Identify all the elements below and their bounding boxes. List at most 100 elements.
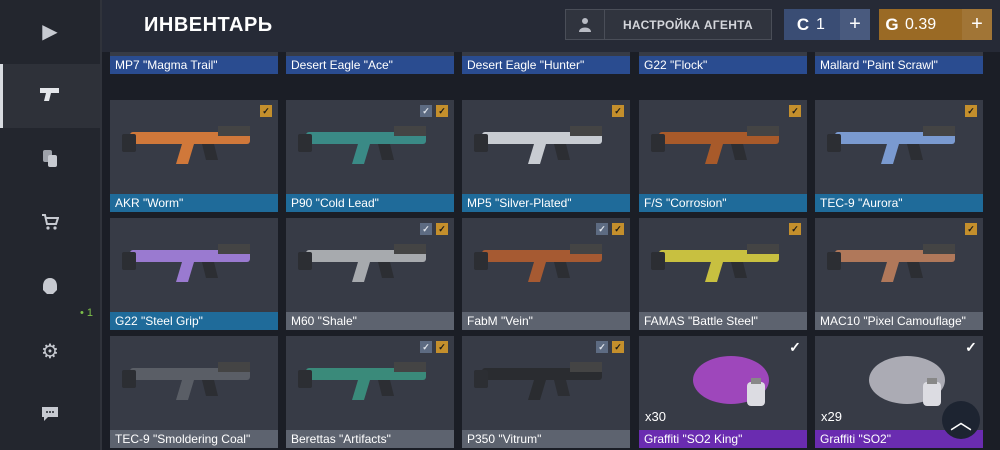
silver-coin-icon: C	[796, 14, 810, 34]
equipped-check-icon: ✓	[789, 105, 801, 117]
weapon-image	[298, 234, 442, 288]
item-name: FabM "Vein"	[462, 312, 630, 330]
agent-settings-label: НАСТРОЙКА АГЕНТА	[622, 17, 754, 32]
weapon-image	[651, 234, 795, 288]
equipped-check-icon: ✓	[789, 339, 801, 355]
inventory-item[interactable]: ✓ F/S "Corrosion"	[639, 100, 807, 212]
sidebar-item-settings[interactable]: ⚙	[0, 320, 100, 384]
gear-icon: ⚙	[41, 341, 59, 363]
play-icon: ▶	[42, 21, 58, 43]
weapon-image	[298, 352, 442, 406]
inventory-item[interactable]: MP7 "Magma Trail"	[110, 52, 278, 74]
equipped-check-icon: ✓	[420, 341, 432, 353]
inventory-item[interactable]: ✓ ✓ FabM "Vein"	[462, 218, 630, 330]
weapon-image	[298, 116, 442, 170]
gold-coin-icon: G	[885, 14, 899, 34]
weapon-image	[474, 116, 618, 170]
equipped-check-icon: ✓	[436, 105, 448, 117]
graffiti-image	[651, 352, 795, 406]
page-title: ИНВЕНТАРЬ	[144, 14, 273, 36]
inventory-item[interactable]: x30 ✓ Graffiti "SO2 King"	[639, 336, 807, 448]
equipped-check-icon: ✓	[436, 341, 448, 353]
weapon-image	[122, 352, 266, 406]
inventory-item[interactable]: ✓ ✓ M60 "Shale"	[286, 218, 454, 330]
scroll-top-button[interactable]: ︿	[942, 401, 980, 439]
clan-badge: • 1	[80, 307, 94, 319]
equipped-check-icon: ✓	[789, 223, 801, 235]
inventory-item[interactable]: G22 "Steel Grip"	[110, 218, 278, 330]
item-name: TEC-9 "Aurora"	[815, 194, 983, 212]
equipped-check-icon: ✓	[612, 105, 624, 117]
item-name: FAMAS "Battle Steel"	[639, 312, 807, 330]
sidebar-item-inventory[interactable]	[0, 64, 100, 128]
sidebar-item-coins[interactable]	[0, 128, 100, 192]
weapon-image	[474, 352, 618, 406]
chevron-up-icon: ︿	[949, 409, 972, 434]
add-gold-button[interactable]: +	[962, 9, 992, 40]
graffiti-image	[827, 352, 971, 406]
sidebar: ▶ • 1 ⚙	[0, 0, 102, 450]
equipped-check-icon: ✓	[965, 339, 977, 355]
equipped-check-icon: ✓	[420, 223, 432, 235]
weapon-image	[122, 116, 266, 170]
item-name: P350 "Vitrum"	[462, 430, 630, 448]
header: ИНВЕНТАРЬ НАСТРОЙКА АГЕНТА C 1 + G 0.39 …	[102, 0, 1000, 52]
item-name: G22 "Flock"	[639, 56, 807, 74]
item-name: TEC-9 "Smoldering Coal"	[110, 430, 278, 448]
item-name: Desert Eagle "Hunter"	[462, 56, 630, 74]
gold-currency: G 0.39 +	[879, 9, 992, 40]
silver-balance: 1	[816, 15, 825, 33]
item-name: Desert Eagle "Ace"	[286, 56, 454, 74]
item-name: P90 "Cold Lead"	[286, 194, 454, 212]
inventory-item[interactable]: ✓ ✓ P350 "Vitrum"	[462, 336, 630, 448]
inventory-item[interactable]: ✓ MP5 "Silver-Plated"	[462, 100, 630, 212]
item-name: F/S "Corrosion"	[639, 194, 807, 212]
sidebar-item-chat[interactable]	[0, 384, 100, 448]
inventory-grid: MP7 "Magma Trail" Desert Eagle "Ace" Deser…	[102, 52, 1000, 450]
equipped-check-icon: ✓	[596, 341, 608, 353]
inventory-item[interactable]: Desert Eagle "Ace"	[286, 52, 454, 74]
item-name: M60 "Shale"	[286, 312, 454, 330]
item-name: Mallard "Paint Scrawl"	[815, 56, 983, 74]
weapon-image	[651, 116, 795, 170]
equipped-check-icon: ✓	[260, 105, 272, 117]
item-name: MP5 "Silver-Plated"	[462, 194, 630, 212]
inventory-item[interactable]: ✓ ✓ Berettas "Artifacts"	[286, 336, 454, 448]
equipped-check-icon: ✓	[965, 223, 977, 235]
coins-icon	[42, 148, 58, 172]
item-name: MP7 "Magma Trail"	[110, 56, 278, 74]
item-name: AKR "Worm"	[110, 194, 278, 212]
equipped-check-icon: ✓	[612, 223, 624, 235]
chat-icon	[41, 406, 59, 426]
sidebar-item-shop[interactable]	[0, 192, 100, 256]
equipped-check-icon: ✓	[596, 223, 608, 235]
item-name: Berettas "Artifacts"	[286, 430, 454, 448]
inventory-item[interactable]: Desert Eagle "Hunter"	[462, 52, 630, 74]
weapon-image	[827, 116, 971, 170]
equipped-check-icon: ✓	[612, 341, 624, 353]
inventory-item[interactable]: TEC-9 "Smoldering Coal"	[110, 336, 278, 448]
agent-icon	[566, 10, 605, 39]
sidebar-item-play[interactable]: ▶	[0, 0, 100, 64]
inventory-item[interactable]: ✓ AKR "Worm"	[110, 100, 278, 212]
inventory-item[interactable]: ✓ MAC10 "Pixel Camouflage"	[815, 218, 983, 330]
inventory-item[interactable]: ✓ FAMAS "Battle Steel"	[639, 218, 807, 330]
equipped-check-icon: ✓	[436, 223, 448, 235]
cart-icon	[41, 214, 60, 234]
inventory-item[interactable]: ✓ ✓ P90 "Cold Lead"	[286, 100, 454, 212]
weapon-image	[827, 234, 971, 288]
clan-icon	[41, 277, 59, 299]
pistol-icon	[39, 85, 61, 107]
item-name: MAC10 "Pixel Camouflage"	[815, 312, 983, 330]
inventory-item[interactable]: Mallard "Paint Scrawl"	[815, 52, 983, 74]
agent-settings-button[interactable]: НАСТРОЙКА АГЕНТА	[565, 9, 772, 40]
gold-balance: 0.39	[905, 15, 937, 33]
equipped-check-icon: ✓	[420, 105, 432, 117]
item-count: x30	[645, 409, 666, 424]
inventory-item[interactable]: B97G22 "Flock"	[639, 52, 807, 74]
weapon-image	[474, 234, 618, 288]
add-silver-button[interactable]: +	[840, 9, 870, 40]
weapon-image	[122, 234, 266, 288]
inventory-item[interactable]: ✓ TEC-9 "Aurora"	[815, 100, 983, 212]
equipped-check-icon: ✓	[965, 105, 977, 117]
